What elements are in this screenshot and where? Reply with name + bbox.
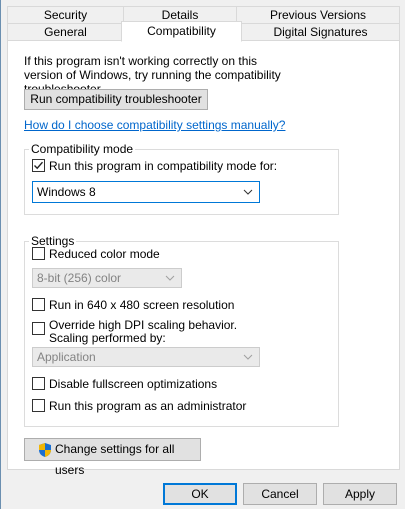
dpi-scaling-select[interactable]: Application xyxy=(32,347,260,367)
run-as-admin-checkbox[interactable] xyxy=(32,399,45,412)
resolution-640-checkbox[interactable] xyxy=(32,298,45,311)
cancel-button[interactable]: Cancel xyxy=(243,483,317,505)
checkmark-icon xyxy=(34,161,44,170)
window-edge xyxy=(0,0,1,509)
dpi-scaling-select-value: Application xyxy=(37,350,96,364)
chevron-down-icon xyxy=(243,182,253,208)
color-mode-select[interactable]: 8-bit (256) color xyxy=(32,268,182,288)
fullscreen-opt-label[interactable]: Disable fullscreen optimizations xyxy=(49,377,217,391)
compat-mode-label: Compatibility mode xyxy=(29,142,136,156)
compat-mode-checkbox-label[interactable]: Run this program in compatibility mode f… xyxy=(49,159,277,173)
run-as-admin-label[interactable]: Run this program as an administrator xyxy=(49,399,246,413)
dpi-override-checkbox[interactable] xyxy=(32,322,45,335)
reduced-color-checkbox[interactable] xyxy=(32,247,45,260)
shield-icon xyxy=(37,442,53,465)
change-all-users-label: Change settings for all users xyxy=(55,442,175,477)
compat-mode-select[interactable]: Windows 8 xyxy=(32,181,260,203)
ok-button[interactable]: OK xyxy=(163,483,237,505)
run-troubleshooter-button[interactable]: Run compatibility troubleshooter xyxy=(24,89,208,110)
apply-button[interactable]: Apply xyxy=(323,483,397,505)
compat-mode-select-value: Windows 8 xyxy=(37,185,96,199)
chevron-down-icon xyxy=(243,348,253,371)
color-mode-select-value: 8-bit (256) color xyxy=(37,271,122,285)
tab-previous-versions[interactable]: Previous Versions xyxy=(236,6,400,24)
manual-settings-link[interactable]: How do I choose compatibility settings m… xyxy=(24,118,285,132)
tab-compatibility[interactable]: Compatibility xyxy=(121,21,242,42)
change-all-users-button[interactable]: Change settings for all users xyxy=(24,438,201,477)
compatibility-panel: If this program isn't working correctly … xyxy=(7,40,400,477)
dpi-override-label-line2[interactable]: Scaling performed by: xyxy=(49,331,166,345)
resolution-640-label[interactable]: Run in 640 x 480 screen resolution xyxy=(49,298,234,312)
chevron-down-icon xyxy=(165,269,175,292)
fullscreen-opt-checkbox[interactable] xyxy=(32,377,45,390)
compat-mode-checkbox[interactable] xyxy=(32,159,45,172)
dpi-override-label-line1[interactable]: Override high DPI scaling behavior. xyxy=(49,318,237,332)
reduced-color-label[interactable]: Reduced color mode xyxy=(49,247,160,261)
tab-general[interactable]: General xyxy=(7,23,124,41)
settings-label: Settings xyxy=(29,234,77,248)
tab-security[interactable]: Security xyxy=(7,6,124,24)
tab-digital-signatures[interactable]: Digital Signatures xyxy=(241,23,400,41)
